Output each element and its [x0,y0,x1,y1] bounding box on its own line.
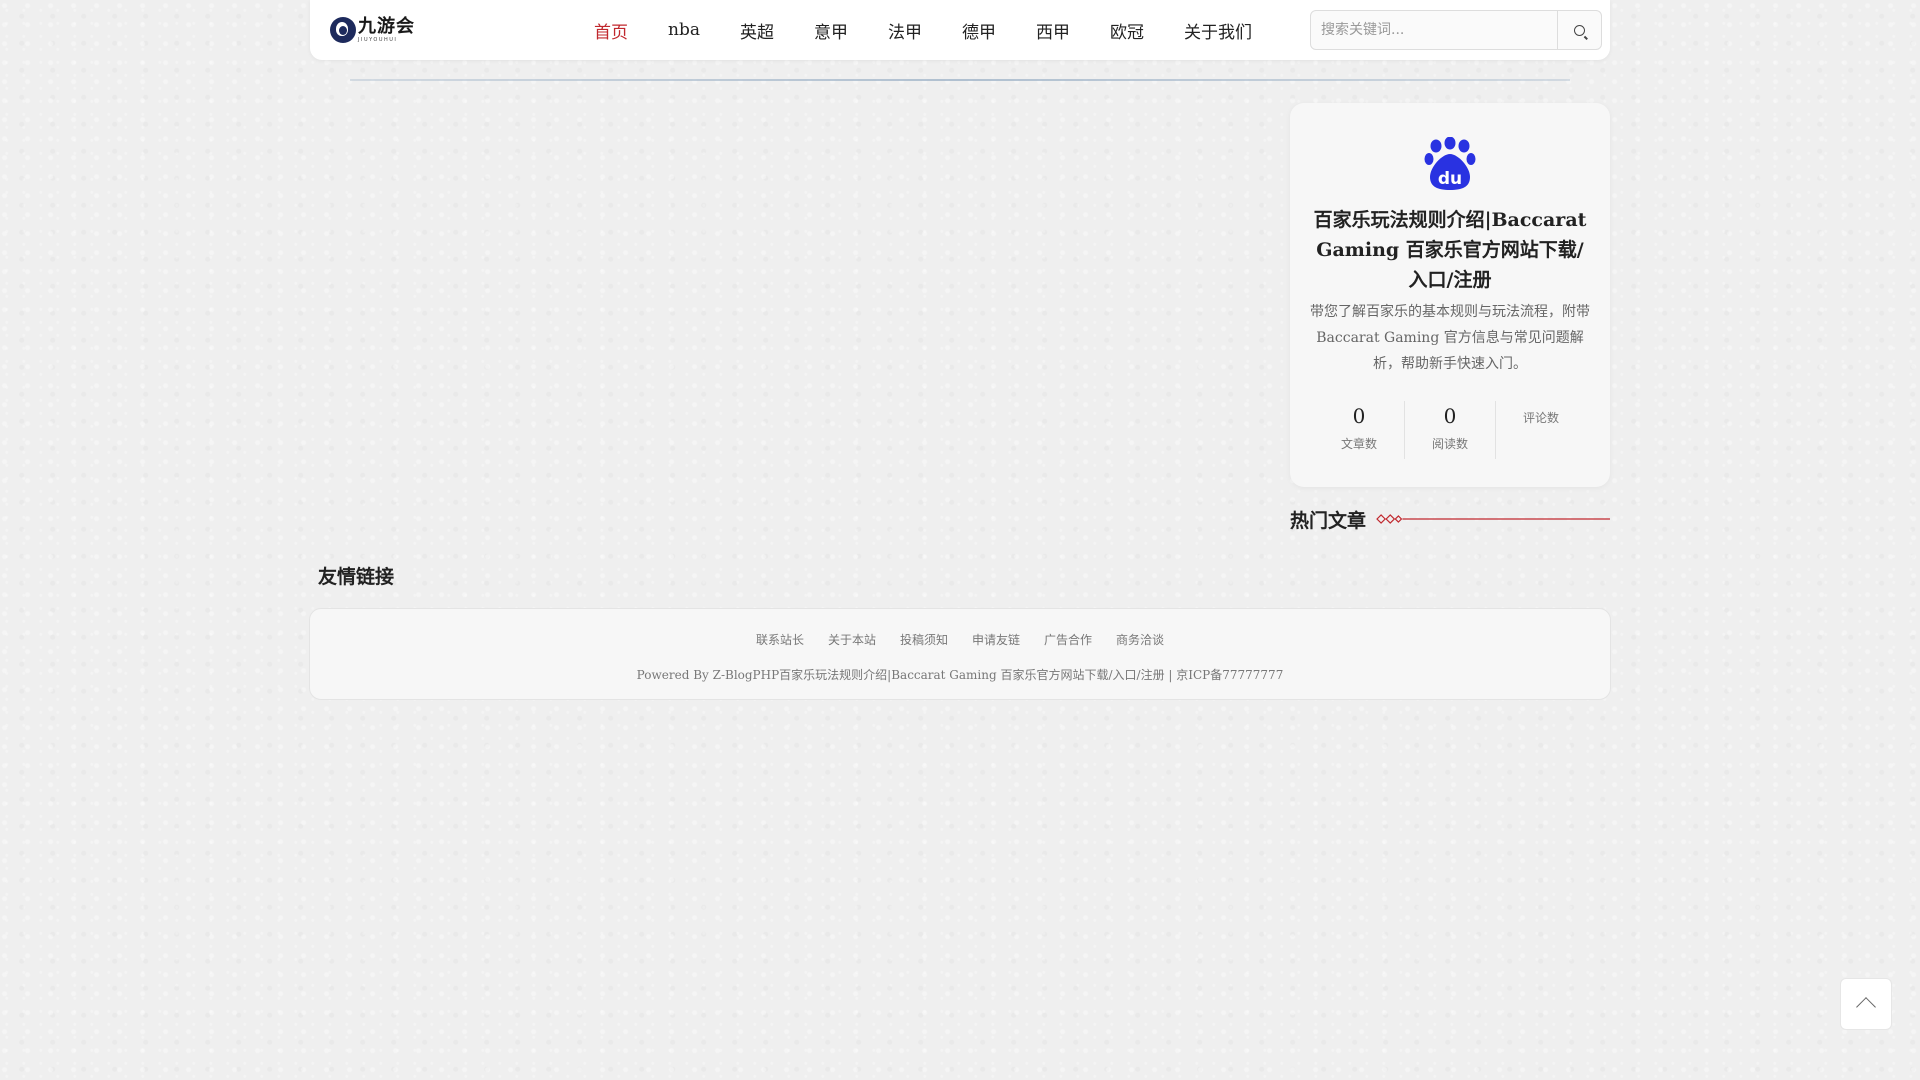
main-nav: 首页 nba 英超 意甲 法甲 德甲 西甲 欧冠 关于我们 [574,0,1272,60]
stat-articles-label: 文章数 [1340,437,1377,451]
logo-subtext: JIUYOUHUI [358,36,398,43]
nav-item-premier-league[interactable]: 英超 [720,18,794,43]
footer-link-apply-link[interactable]: 申请友链 [960,631,1032,648]
stat-views-label: 阅读数 [1431,437,1468,451]
stat-comments-label: 评论数 [1522,411,1559,425]
footer-links: 联系站长 关于本站 投稿须知 申请友链 广告合作 商务洽谈 [310,631,1610,648]
site-stats: 0 文章数 0 阅读数 评论数 [1314,401,1586,459]
nav-item-nba[interactable]: nba [648,20,720,40]
footer-link-about[interactable]: 关于本站 [816,631,888,648]
nav-item-ligue-1[interactable]: 法甲 [868,18,942,43]
hot-articles-heading: 热门文章 [1290,505,1610,533]
site-profile-card: du 百家乐玩法规则介绍|Baccarat Gaming 百家乐官方网站下载/入… [1290,103,1610,487]
search-box [1310,10,1602,50]
nav-item-bundesliga[interactable]: 德甲 [942,18,1016,43]
header-divider [350,79,1570,81]
diamond-ornament-icon [1376,514,1610,524]
nav-item-serie-a[interactable]: 意甲 [794,18,868,43]
footer-copyright: Powered By Z-BlogPHP百家乐玩法规则介绍|Baccarat G… [636,668,1284,682]
stat-articles-value: 0 [1352,404,1366,428]
nav-item-about-us[interactable]: 关于我们 [1164,18,1272,43]
site-description: 带您了解百家乐的基本规则与玩法流程，附带 Baccarat Gaming 官方信… [1310,304,1590,372]
footer-link-contact[interactable]: 联系站长 [744,631,816,648]
logo-text: 九游会 [358,15,415,37]
back-to-top-button[interactable] [1840,978,1892,1030]
stat-comments: 评论数 [1496,401,1586,459]
site-title[interactable]: 百家乐玩法规则介绍|Baccarat Gaming 百家乐官方网站下载/入口/注… [1308,205,1592,295]
search-button[interactable] [1557,11,1601,49]
site-header: 九游会 JIUYOUHUI 首页 nba 英超 意甲 法甲 德甲 西甲 欧冠 关… [310,0,1610,60]
stat-views-value: 0 [1443,404,1457,428]
logo-icon [330,17,356,43]
footer-link-advertising[interactable]: 广告合作 [1032,631,1104,648]
site-logo[interactable]: 九游会 JIUYOUHUI [330,14,415,46]
svg-text:du: du [1438,169,1462,189]
hot-articles-title: 热门文章 [1290,509,1367,532]
search-input[interactable] [1311,11,1557,49]
nav-item-la-liga[interactable]: 西甲 [1016,18,1090,43]
footer-link-submission[interactable]: 投稿须知 [888,631,960,648]
nav-item-home[interactable]: 首页 [574,18,648,43]
chevron-up-icon [1856,997,1876,1017]
stat-articles: 0 文章数 [1314,401,1405,459]
footer-link-business[interactable]: 商务洽谈 [1104,631,1176,648]
search-icon [1574,24,1585,36]
friend-links-title: 友情链接 [318,566,395,588]
nav-item-champions-league[interactable]: 欧冠 [1090,18,1164,43]
stat-views: 0 阅读数 [1405,401,1496,459]
baidu-paw-icon: du [1424,137,1476,190]
site-footer: 联系站长 关于本站 投稿须知 申请友链 广告合作 商务洽谈 Powered By… [309,608,1611,700]
